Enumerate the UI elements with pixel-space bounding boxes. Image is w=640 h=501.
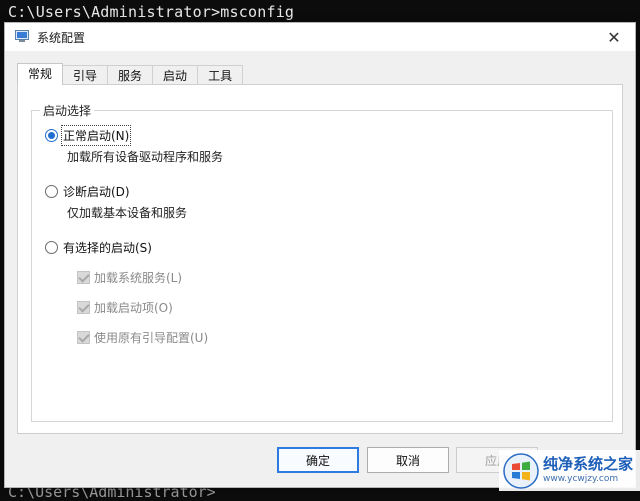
- load-system-services-checkbox[interactable]: 加载系统服务(L): [77, 269, 182, 286]
- tab-general[interactable]: 常规: [17, 63, 64, 85]
- normal-startup-description: 加载所有设备驱动程序和服务: [67, 150, 224, 164]
- watermark-name: 纯净系统之家: [543, 455, 634, 473]
- checkbox-indicator-disabled: [77, 331, 90, 344]
- diagnostic-startup-radio[interactable]: 诊断启动(D): [45, 183, 130, 200]
- tab-boot[interactable]: 引导: [62, 65, 109, 85]
- window-title: 系统配置: [37, 31, 86, 45]
- windows-logo-icon: [503, 452, 539, 489]
- use-original-boot-config-checkbox[interactable]: 使用原有引导配置(U): [77, 329, 208, 346]
- console-command-line: C:\Users\Administrator>msconfig: [8, 3, 295, 21]
- normal-startup-label: 正常启动(N): [60, 125, 132, 146]
- load-system-services-label: 加载系统服务(L): [94, 271, 183, 285]
- title-bar[interactable]: 系统配置 ✕: [5, 23, 635, 51]
- radio-indicator: [45, 185, 58, 198]
- normal-startup-radio[interactable]: 正常启动(N): [45, 125, 132, 146]
- group-legend: 启动选择: [40, 102, 95, 119]
- checkbox-indicator-disabled: [77, 301, 90, 314]
- use-original-boot-config-label: 使用原有引导配置(U): [94, 331, 209, 345]
- checkbox-indicator-disabled: [77, 271, 90, 284]
- radio-indicator: [45, 241, 58, 254]
- msconfig-app-icon: [15, 30, 29, 42]
- startup-selection-group: 启动选择 正常启动(N) 加载所有设备驱动程序和服务 诊断启动(D) 仅加载基本…: [31, 102, 613, 422]
- diagnostic-startup-label: 诊断启动(D): [63, 185, 130, 199]
- selective-startup-radio[interactable]: 有选择的启动(S): [45, 239, 152, 256]
- tab-services[interactable]: 服务: [107, 65, 154, 85]
- diagnostic-startup-description: 仅加载基本设备和服务: [67, 206, 188, 220]
- load-startup-items-checkbox[interactable]: 加载启动项(O): [77, 299, 173, 316]
- radio-indicator-checked: [45, 129, 58, 142]
- tab-startup[interactable]: 启动: [152, 65, 199, 85]
- site-watermark: 纯净系统之家 www.ycwjzy.com: [499, 450, 640, 491]
- tab-tools[interactable]: 工具: [197, 65, 244, 85]
- general-tab-panel: 启动选择 正常启动(N) 加载所有设备驱动程序和服务 诊断启动(D) 仅加载基本…: [17, 84, 623, 434]
- system-configuration-window: 系统配置 ✕ 常规 引导 服务 启动 工具 启动选择 正常启动(N) 加载所有设…: [4, 22, 636, 488]
- cancel-button[interactable]: 取消: [367, 447, 449, 473]
- close-button[interactable]: ✕: [601, 25, 627, 49]
- tab-strip: 常规 引导 服务 启动 工具: [17, 63, 244, 85]
- watermark-url: www.ycwjzy.com: [543, 474, 619, 484]
- watermark-text: 纯净系统之家 www.ycwjzy.com: [543, 457, 633, 484]
- close-icon: ✕: [607, 27, 621, 47]
- load-startup-items-label: 加载启动项(O): [94, 301, 173, 315]
- ok-button[interactable]: 确定: [277, 447, 359, 473]
- selective-startup-label: 有选择的启动(S): [63, 241, 152, 255]
